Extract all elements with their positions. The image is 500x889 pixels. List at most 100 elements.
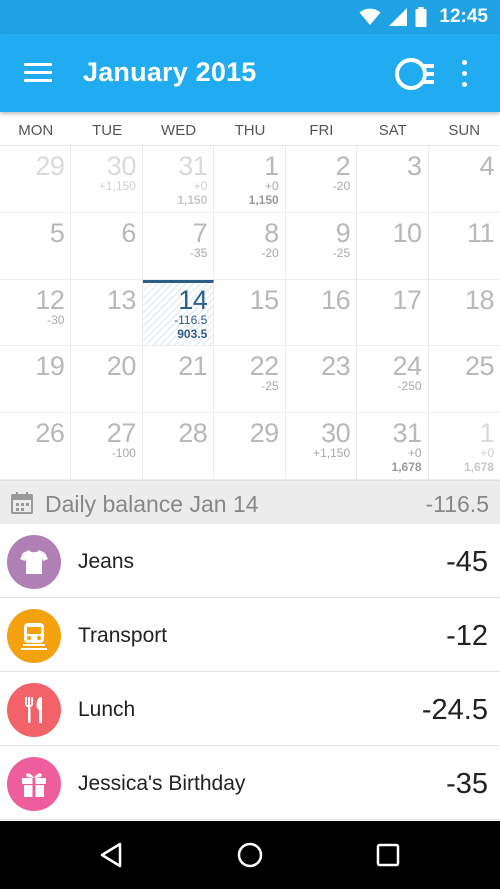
day-number: 16 (321, 284, 351, 315)
day-balance: 1,678 (391, 460, 422, 475)
status-icons: 12:45 (359, 6, 488, 28)
transaction-item[interactable]: Lunch -24.5 (0, 672, 500, 746)
day-number: 19 (35, 351, 65, 382)
fork-knife-icon (25, 697, 42, 723)
calendar-day[interactable]: 19 (0, 346, 72, 414)
category-badge (7, 609, 61, 663)
page-title: January 2015 (83, 57, 257, 87)
day-number: 23 (321, 351, 351, 382)
back-button[interactable] (96, 839, 128, 871)
calendar-day[interactable]: 28 (142, 413, 215, 480)
weekday-label: TUE (92, 122, 123, 139)
calendar-day[interactable]: 12 -30 (0, 279, 72, 347)
calendar-day[interactable]: 31 +0 1,150 (142, 146, 215, 213)
weekday-header: MON TUE WED THU FRI SAT SUN (0, 112, 500, 146)
calendar-day[interactable]: 13 (71, 279, 143, 347)
calendar-day[interactable]: 30 +1,150 (285, 413, 358, 480)
overflow-menu-button[interactable] (452, 58, 476, 90)
transaction-list: Jeans -45 Transport -12 Lunch -24.5 Jess… (0, 524, 500, 821)
battery-icon (415, 7, 427, 27)
day-number: 31 (392, 418, 423, 449)
calendar-day[interactable]: 2 -20 (285, 146, 358, 213)
calendar-day-selected[interactable]: 14 -116.5 903.5 (142, 279, 215, 347)
weekday-label: MON (18, 122, 54, 139)
calendar-day[interactable]: 26 (0, 413, 72, 480)
transaction-item[interactable]: Jessica's Birthday -35 (0, 746, 500, 820)
day-number: 6 (121, 217, 136, 248)
calendar-day[interactable]: 16 (285, 279, 358, 347)
day-number: 1 (264, 151, 279, 181)
calendar-day[interactable]: 8 -20 (214, 212, 286, 280)
calendar-day[interactable]: 29 (214, 413, 286, 480)
day-amount: -25 (261, 379, 279, 394)
day-amount: +0 (265, 179, 279, 193)
calendar-day[interactable]: 4 (428, 146, 500, 213)
calendar-day[interactable]: 7 -35 (142, 212, 215, 280)
day-number: 7 (192, 217, 208, 248)
day-amount: -20 (261, 245, 279, 260)
day-number: 15 (249, 284, 280, 315)
transaction-name: Transport (78, 624, 168, 647)
menu-button[interactable] (22, 59, 54, 87)
day-balance: 903.5 (177, 326, 208, 341)
recents-button[interactable] (372, 839, 404, 871)
transaction-amount: -45 (446, 546, 488, 578)
day-number: 2 (335, 151, 351, 181)
calendar-day[interactable]: 9 -25 (285, 212, 358, 280)
day-number: 8 (264, 217, 279, 248)
calendar-day[interactable]: 1 +0 1,150 (214, 146, 286, 213)
day-number: 24 (392, 351, 423, 382)
view-toggle-button[interactable] (392, 54, 436, 94)
calendar-day[interactable]: 23 (285, 346, 358, 414)
day-number: 21 (178, 351, 208, 382)
calendar-day[interactable]: 5 (0, 212, 72, 280)
calendar-day[interactable]: 29 (0, 146, 72, 213)
calendar-day[interactable]: 27 -100 (71, 413, 143, 480)
calendar-day[interactable]: 11 (428, 213, 500, 280)
wifi-icon (359, 8, 381, 25)
day-number: 10 (392, 217, 423, 248)
day-number: 17 (392, 284, 423, 315)
day-number: 31 (178, 151, 208, 181)
transaction-amount: -12 (446, 620, 488, 652)
calendar-day[interactable]: 30 +1,150 (71, 146, 143, 213)
category-badge (7, 757, 61, 811)
home-button[interactable] (234, 839, 266, 871)
day-amount: -250 (397, 379, 422, 394)
calendar-day[interactable]: 20 (71, 346, 143, 414)
day-number: 30 (321, 418, 351, 449)
back-icon (100, 842, 122, 868)
calendar-day[interactable]: 18 (428, 280, 500, 347)
day-number: 22 (249, 351, 280, 382)
day-number: 26 (35, 418, 65, 449)
day-amount: +1,150 (313, 446, 351, 461)
transaction-item[interactable]: Jeans -45 (0, 524, 500, 598)
day-amount: -30 (47, 312, 65, 327)
transaction-name: Lunch (78, 698, 136, 721)
transaction-item[interactable]: Transport -12 (0, 598, 500, 672)
day-amount: +0 (193, 179, 208, 193)
day-balance: 1,678 (463, 460, 494, 475)
day-number: 13 (106, 284, 137, 315)
calendar-day[interactable]: 6 (71, 212, 143, 280)
calendar-day[interactable]: 25 (428, 346, 500, 414)
calendar-day[interactable]: 10 (357, 212, 429, 280)
category-badge (7, 683, 61, 737)
calendar-day[interactable]: 22 -25 (214, 346, 286, 414)
calendar-day[interactable]: 3 (357, 146, 429, 213)
day-number: 18 (464, 284, 495, 315)
weekday-label: SAT (378, 122, 407, 139)
calendar-day[interactable]: 24 -250 (357, 346, 429, 414)
calendar-day[interactable]: 31 +0 1,678 (357, 413, 429, 480)
day-balance: 1,150 (177, 193, 208, 207)
day-number: 30 (106, 151, 137, 181)
toggle-icon (395, 58, 434, 90)
calendar-day[interactable]: 1 +0 1,678 (428, 413, 500, 480)
day-amount: +0 (407, 446, 422, 461)
status-bar: 12:45 (0, 0, 500, 34)
day-amount: +0 (480, 446, 494, 461)
calendar-day[interactable]: 15 (214, 279, 286, 347)
day-number: 11 (466, 217, 495, 248)
calendar-day[interactable]: 17 (357, 279, 429, 347)
calendar-day[interactable]: 21 (142, 346, 215, 414)
